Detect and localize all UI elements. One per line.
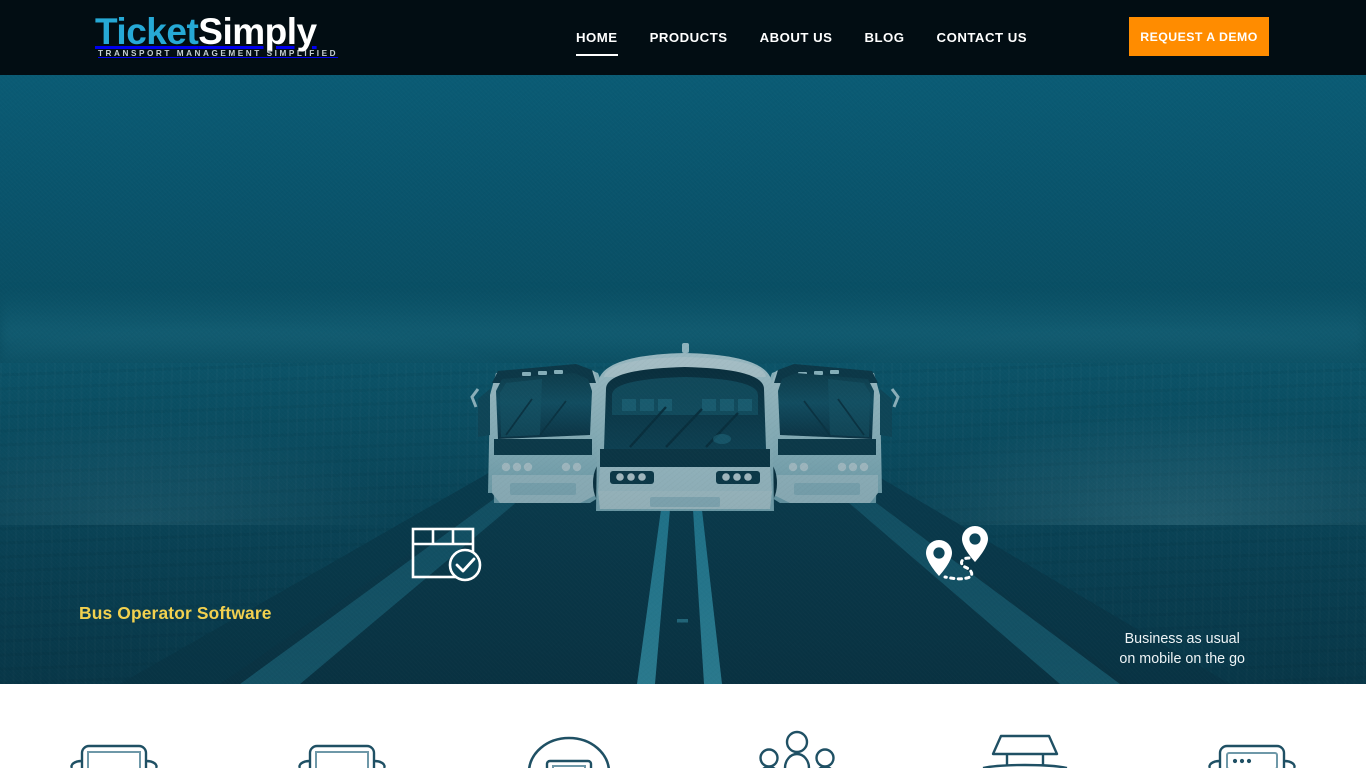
features-strip (0, 684, 1366, 768)
logo-tagline: TRANSPORT MANAGEMENT SIMPLIFIED (98, 49, 339, 58)
feature-item-counter-sales[interactable] (911, 684, 1139, 768)
feature-dome-display-icon (528, 736, 611, 768)
hero-caption-line-1: Business as usual (1124, 631, 1240, 647)
main-navigation: HOME PRODUCTS ABOUT US BLOG CONTACT US (560, 0, 1043, 75)
booking-confirmed-icon (411, 521, 487, 583)
bus-left (470, 364, 615, 505)
feature-laptop-icon (70, 744, 158, 768)
bus-center (596, 343, 774, 511)
feature-group-people-icon (759, 730, 835, 768)
hero-bus-fleet-image (470, 343, 900, 528)
feature-item-passenger-management[interactable] (683, 684, 911, 768)
feature-table-icon (982, 734, 1067, 768)
bus-right (755, 364, 900, 505)
route-map-icon (925, 524, 995, 588)
feature-item-web-booking[interactable] (0, 684, 228, 768)
feature-item-fleet-dashboard[interactable] (455, 684, 683, 768)
nav-item-about-us[interactable]: ABOUT US (744, 28, 849, 48)
feature-device-panel-icon (1208, 744, 1296, 768)
hero-background-image (0, 75, 1366, 684)
logo-word-simply: Simply (198, 11, 317, 52)
site-header: TicketSimply TRANSPORT MANAGEMENT SIMPLI… (0, 0, 1366, 75)
hero-caption: Business as usual on mobile on the go (1119, 630, 1245, 669)
nav-item-products[interactable]: PRODUCTS (634, 28, 744, 48)
hero-section: Bus Operator Software Business as usual … (0, 75, 1366, 684)
feature-laptop-alt-icon (297, 744, 386, 768)
feature-item-agent-portal[interactable] (228, 684, 456, 768)
hero-title: Bus Operator Software (79, 603, 272, 623)
nav-item-blog[interactable]: BLOG (848, 28, 920, 48)
nav-item-home[interactable]: HOME (560, 28, 634, 56)
logo-word-ticket: Ticket (95, 11, 199, 52)
logo-wordmark: TicketSimply (95, 12, 340, 52)
request-demo-button[interactable]: REQUEST A DEMO (1129, 17, 1269, 56)
feature-item-mobile-ticketing[interactable] (1138, 684, 1366, 768)
hero-caption-line-2: on mobile on the go (1119, 650, 1245, 667)
site-logo[interactable]: TicketSimply TRANSPORT MANAGEMENT SIMPLI… (95, 12, 340, 62)
nav-item-contact-us[interactable]: CONTACT US (921, 28, 1043, 48)
